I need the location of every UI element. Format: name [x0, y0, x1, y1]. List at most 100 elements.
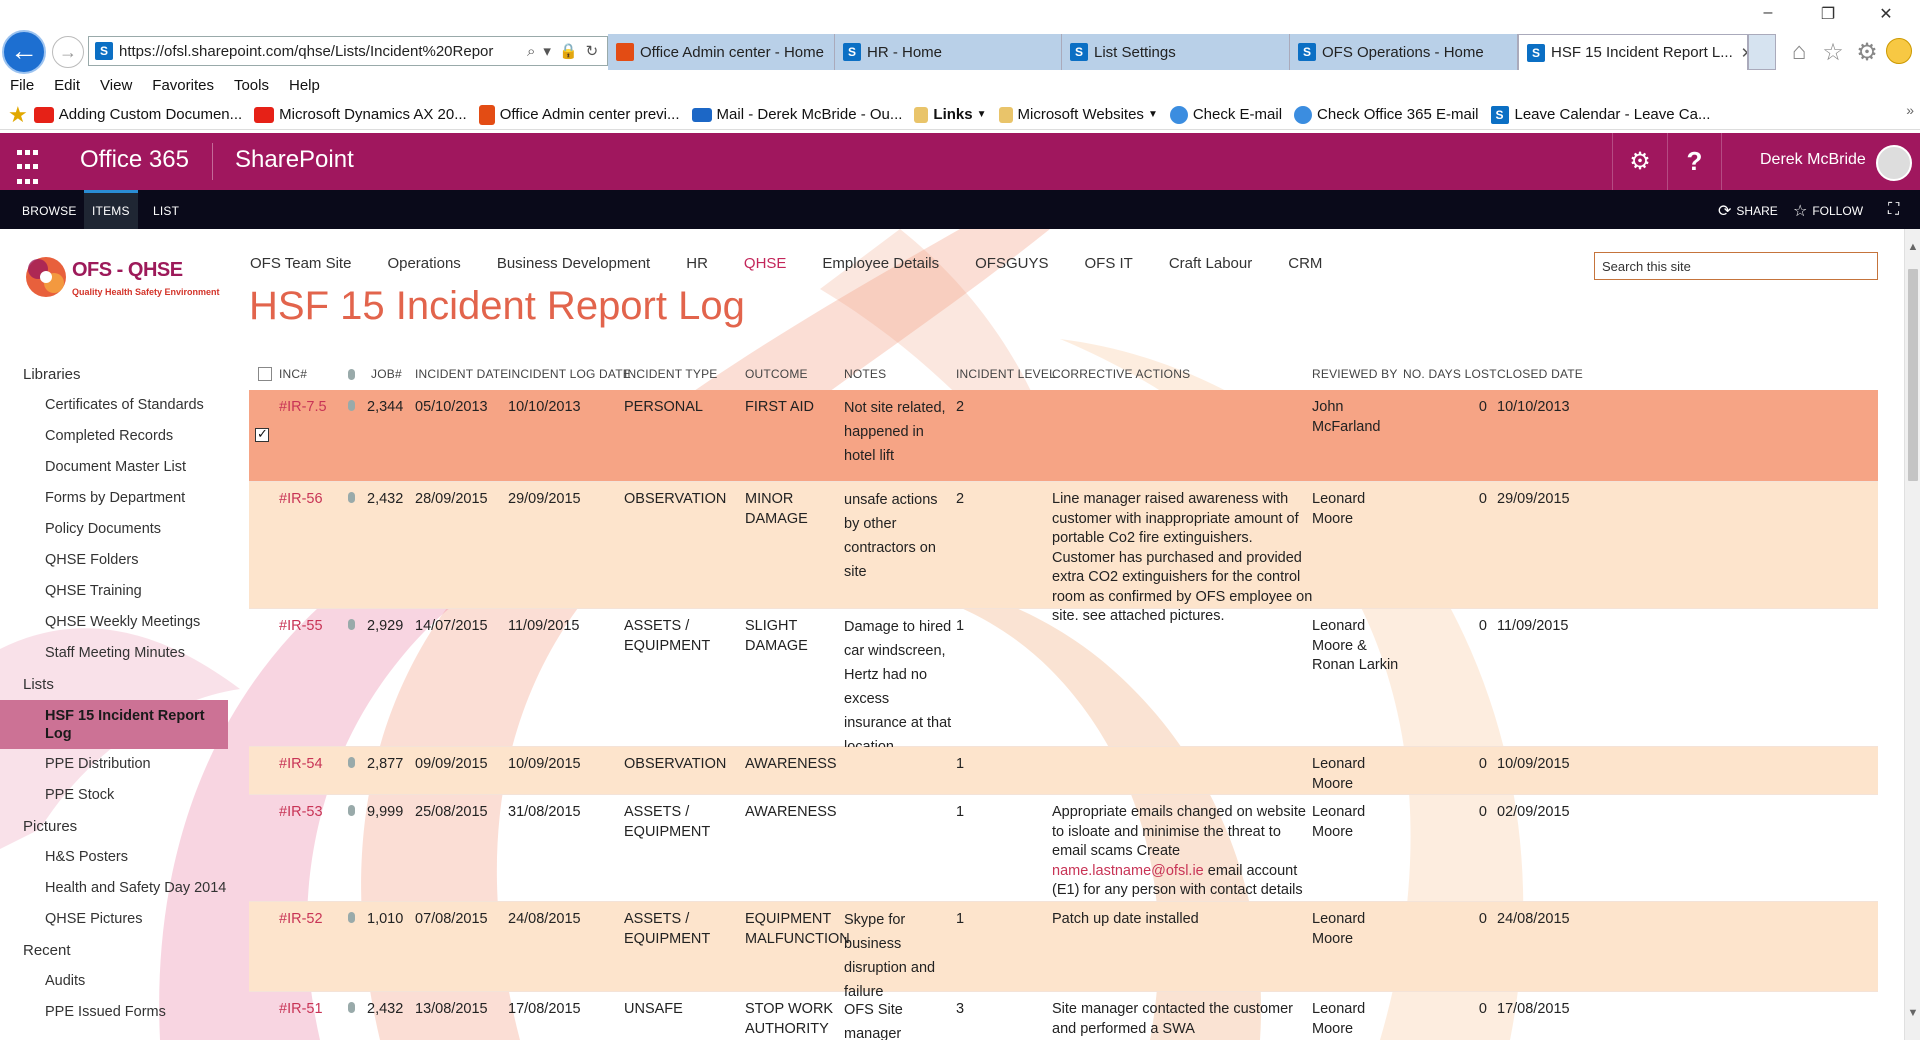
favorites-star-icon[interactable]: ☆ [1818, 38, 1848, 67]
column-header[interactable]: INCIDENT LOG DATE [508, 359, 631, 390]
attachment-icon[interactable] [348, 400, 355, 411]
quicklaunch-item[interactable]: PPE Stock [0, 780, 228, 811]
topnav-hr[interactable]: HR [686, 255, 708, 272]
favorite-link[interactable]: Check Office 365 E-mail [1294, 105, 1479, 124]
column-header[interactable]: INCIDENT TYPE [624, 359, 718, 390]
settings-gear-icon[interactable]: ⚙ [1612, 133, 1667, 190]
cell-inc[interactable]: #IR-7.5 [279, 398, 343, 418]
feedback-smiley-icon[interactable] [1886, 38, 1912, 64]
refresh-icon[interactable]: ↻ [586, 42, 599, 60]
quicklaunch-heading[interactable]: Lists [0, 669, 228, 700]
tab-office-admin[interactable]: Office Admin center - Home [608, 34, 835, 70]
favorite-link[interactable]: Office Admin center previ... [478, 104, 680, 125]
favorite-link[interactable]: Adding Custom Documen... [33, 106, 242, 123]
quicklaunch-item[interactable]: HSF 15 Incident Report Log [0, 700, 228, 749]
attachment-icon[interactable] [348, 1002, 355, 1013]
table-row[interactable]: #IR-52 1,010 07/08/2015 24/08/2015 ASSETS / … [249, 902, 1878, 1000]
menu-edit[interactable]: Edit [54, 74, 80, 98]
column-header[interactable]: OUTCOME [745, 359, 808, 390]
quicklaunch-item[interactable]: Health and Safety Day 2014 [0, 873, 228, 904]
menu-view[interactable]: View [100, 74, 132, 98]
scroll-down-arrow-icon[interactable]: ▼ [1905, 1007, 1920, 1019]
topnav-craft-labour[interactable]: Craft Labour [1169, 255, 1252, 272]
topnav-ofsguys[interactable]: OFSGUYS [975, 255, 1048, 272]
tab-list-settings[interactable]: S List Settings [1062, 34, 1290, 70]
quicklaunch-item[interactable]: PPE Distribution [0, 749, 228, 780]
menu-help[interactable]: Help [289, 74, 320, 98]
close-icon[interactable]: ✕ [1866, 4, 1906, 24]
cell-inc[interactable]: #IR-53 [279, 803, 343, 823]
favorite-folder-microsoft[interactable]: Microsoft Websites ▼ [998, 106, 1158, 123]
column-header[interactable]: INC# [279, 359, 307, 390]
chevron-down-icon[interactable]: ▾ [543, 42, 551, 60]
quicklaunch-item[interactable]: H&S Posters [0, 842, 228, 873]
back-arrow-icon[interactable]: ← [2, 30, 46, 74]
table-row[interactable]: #IR-51 2,432 13/08/2015 17/08/2015 UNSAFE STO… [249, 992, 1878, 1040]
search-input[interactable]: Search this site [1594, 252, 1878, 280]
gear-icon[interactable]: ⚙ [1852, 38, 1882, 67]
quicklaunch-item[interactable]: Staff Meeting Minutes [0, 638, 228, 669]
column-header[interactable]: NO. DAYS LOST [1403, 359, 1497, 390]
column-header[interactable]: NOTES [844, 359, 886, 390]
double-chevron-icon[interactable]: » [1906, 102, 1914, 118]
topnav-crm[interactable]: CRM [1288, 255, 1322, 272]
quicklaunch-item[interactable]: Completed Records [0, 421, 228, 452]
minimize-icon[interactable]: – [1748, 4, 1788, 22]
table-row[interactable]: #IR-55 2,929 14/07/2015 11/09/2015 ASSETS / … [249, 609, 1878, 755]
user-name[interactable]: Derek McBride [1760, 151, 1866, 169]
favorite-link[interactable]: Microsoft Dynamics AX 20... [254, 106, 467, 123]
menu-tools[interactable]: Tools [234, 74, 269, 98]
scroll-thumb[interactable] [1908, 269, 1918, 481]
cell-inc[interactable]: #IR-55 [279, 617, 343, 637]
quicklaunch-item[interactable]: PPE Issued Forms [0, 997, 228, 1028]
quicklaunch-item[interactable]: Certificates of Standards [0, 390, 228, 421]
quicklaunch-item[interactable]: Audits [0, 966, 228, 997]
quicklaunch-item[interactable]: QHSE Training [0, 576, 228, 607]
quicklaunch-item[interactable]: QHSE Weekly Meetings [0, 607, 228, 638]
column-header[interactable]: INCIDENT DATE [415, 359, 509, 390]
quicklaunch-item[interactable]: QHSE Folders [0, 545, 228, 576]
attachment-icon[interactable] [348, 619, 355, 630]
suite-title[interactable]: Office 365 [80, 146, 189, 174]
focus-on-content-icon[interactable]: ⛶ [1888, 201, 1904, 219]
app-launcher-icon[interactable] [0, 133, 57, 190]
topnav-operations[interactable]: Operations [387, 255, 460, 272]
menu-file[interactable]: File [10, 74, 34, 98]
topnav-employee-details[interactable]: Employee Details [822, 255, 939, 272]
favorite-link[interactable]: Mail - Derek McBride - Ou... [691, 106, 902, 123]
tab-browse[interactable]: BROWSE [14, 190, 85, 229]
column-header[interactable]: JOB# [371, 359, 402, 390]
column-header[interactable]: CORRECTIVE ACTIONS [1052, 359, 1190, 390]
restore-icon[interactable]: ❐ [1808, 4, 1848, 24]
site-logo[interactable]: OFS - QHSE Quality Health Safety Environ… [24, 255, 224, 305]
favorite-folder-links[interactable]: Links ▼ [914, 106, 987, 123]
quicklaunch-heading[interactable]: Pictures [0, 811, 228, 842]
cell-inc[interactable]: #IR-51 [279, 1000, 343, 1020]
attachment-icon[interactable] [348, 757, 355, 768]
quicklaunch-item[interactable]: QHSE Pictures [0, 904, 228, 935]
forward-arrow-icon[interactable]: → [52, 36, 84, 68]
topnav-ofs-team-site[interactable]: OFS Team Site [250, 255, 351, 272]
search-icon[interactable]: ⌕ [527, 43, 535, 60]
select-all-checkbox[interactable] [258, 367, 272, 381]
column-header[interactable]: CLOSED DATE [1497, 359, 1583, 390]
scroll-up-arrow-icon[interactable]: ▲ [1905, 241, 1920, 253]
quicklaunch-item[interactable]: Policy Documents [0, 514, 228, 545]
tab-hr-home[interactable]: S HR - Home [835, 34, 1062, 70]
lock-icon[interactable]: 🔒 [559, 42, 578, 60]
column-header[interactable]: INCIDENT LEVEL [956, 359, 1056, 390]
suite-app-name[interactable]: SharePoint [235, 146, 354, 174]
cell-inc[interactable]: #IR-56 [279, 490, 343, 510]
new-tab-button[interactable] [1748, 34, 1776, 70]
quicklaunch-heading[interactable]: Libraries [0, 359, 228, 390]
avatar[interactable] [1876, 145, 1912, 181]
address-url[interactable]: https://ofsl.sharepoint.com/qhse/Lists/I… [119, 43, 519, 60]
tab-incident-report[interactable]: S HSF 15 Incident Report L... ✕ [1518, 34, 1748, 70]
topnav-business-development[interactable]: Business Development [497, 255, 650, 272]
share-button[interactable]: ⟳ SHARE [1718, 201, 1778, 221]
table-row[interactable]: #IR-54 2,877 09/09/2015 10/09/2015 OBSERVATI… [249, 747, 1878, 795]
email-link[interactable]: name.lastname@ofsl.ie [1052, 863, 1204, 879]
tab-items[interactable]: ITEMS [84, 190, 138, 229]
quicklaunch-heading[interactable]: Recent [0, 935, 228, 966]
attachment-icon[interactable] [348, 805, 355, 816]
